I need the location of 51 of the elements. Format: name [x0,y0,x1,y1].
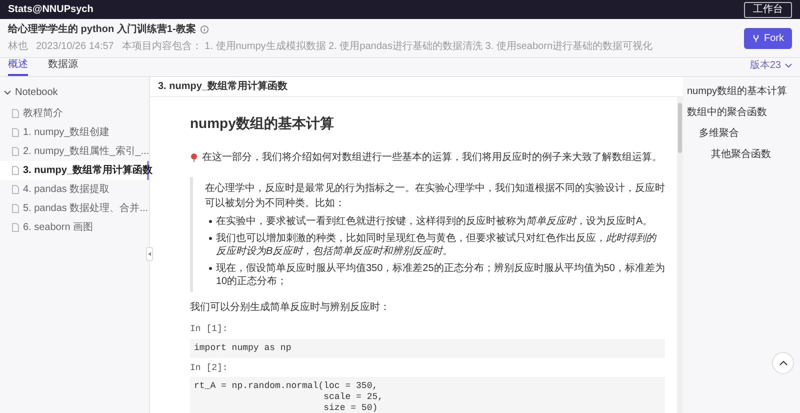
notebook-item[interactable]: 5. pandas 数据处理、合并... [0,199,149,218]
collapse-handle[interactable] [146,247,153,261]
notebook-item[interactable]: 6. seaborn 画图 [0,218,149,237]
file-icon [12,147,19,156]
file-icon [12,109,19,118]
file-icon [12,166,19,175]
body-text: 我们可以分别生成简单反应时与辨别反应时： [190,300,391,315]
bullet-icon [209,267,212,270]
intro-text: 在这一部分，我们将介绍如何对数组进行一些基本的运算，我们将用反应时的例子来大致了解数组运算。 [202,150,662,165]
description-text: 本项目内容包含： 1. 使用numpy生成模拟数据 2. 使用pandas进行基础的数据清洗 3. 使用seaborn进行基础的数据可视化 [122,40,653,54]
tab[interactable]: 概述 [8,57,28,76]
bullet-text: 在实验中，要求被试一看到红色就进行按键，这样得到的反应时被称为简单反应时，设为反应时A。 [216,215,653,228]
quote-paragraph: 在心理学中，反应时是最常见的行为指标之一。在实验心理学中，我们知道根据不同的实验设计，反应时可以被划分为不同种类。比如： [205,182,665,211]
file-icon [12,223,19,232]
toc-link[interactable]: 多维聚合 [699,123,800,144]
file-icon [12,185,19,194]
toc-link[interactable]: 其他聚合函数 [711,144,800,165]
toc-link[interactable]: numpy数组的基本计算 [687,81,800,102]
toc-link[interactable]: 数组中的聚合函数 [687,102,800,123]
back-to-top-button[interactable] [772,352,794,374]
tree-root[interactable]: Notebook [0,85,58,100]
cell-prompt: In [1]: [190,323,229,336]
notebook-title: 3. numpy_数组常用计算函数 [150,77,683,97]
fork-button[interactable]: Fork [744,28,792,48]
bullet-icon [209,237,212,240]
file-icon [12,204,19,213]
section-heading: numpy数组的基本计算 [190,114,335,133]
info-icon[interactable] [200,25,209,34]
file-icon [12,128,19,137]
bullet-text: 现在，假设简单反应时服从平均值350，标准差25的正态分布；辨别反应时服从平均值为50，标准差为10的正态分布； [216,262,665,288]
code-cell: import numpy as np [190,338,665,358]
chevron-down-icon [785,63,792,68]
notebook-item[interactable]: 4. pandas 数据提取 [0,180,149,199]
code-cell: rt_A = np.random.normal(loc = 350, scale = 25, size = 50) [190,377,665,413]
notebook-item[interactable]: 教程简介 [0,104,149,123]
chevron-up-icon [778,360,788,366]
tab[interactable]: 数据源 [48,57,78,76]
notebook-item[interactable]: 1. numpy_数组创建 [0,123,149,142]
brand-name[interactable]: Stats@NNUPsych [8,2,94,17]
cell-prompt: In [2]: [190,362,229,374]
fork-icon [752,34,760,42]
notebook-item[interactable]: 2. numpy_数组属性_索引_... [0,142,149,161]
date-text: 2023/10/26 14:57 [36,40,114,54]
project-title: 给心理学学生的 python 入门训练营1-教案 [8,22,196,37]
bullet-icon [209,220,212,223]
pin-icon [190,153,198,162]
bullet-text: 我们也可以增加刺激的种类，比如同时呈现红色与黄色，但要求被试只对红色作出反应，此时得到的反应时设为B反应时，包括简单反应时和辨别反应时。 [216,232,658,258]
workspace-button[interactable]: 工作台 [744,2,792,18]
chevron-icon [4,90,11,95]
scrollbar-thumb[interactable] [678,103,682,153]
version-dropdown[interactable]: 版本23 [750,58,792,76]
